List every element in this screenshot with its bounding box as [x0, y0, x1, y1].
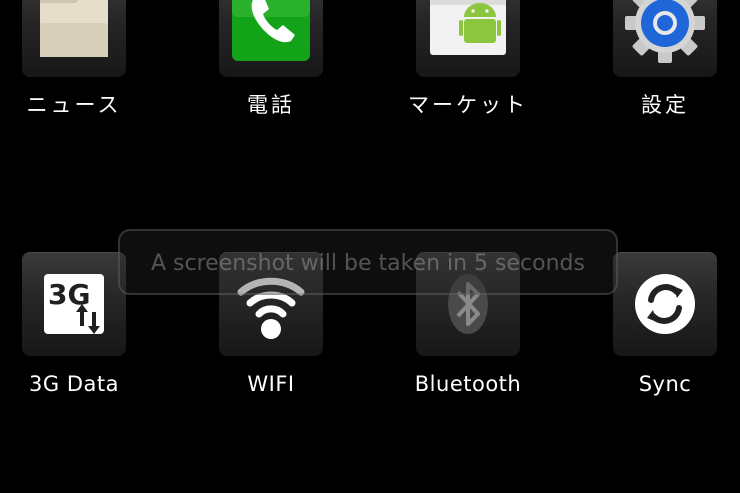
3g-data-icon-text: 3G — [48, 278, 90, 311]
app-sync[interactable]: Sync — [600, 0, 730, 396]
app-3g-data-label: 3G Data — [29, 372, 119, 396]
sync-icon — [635, 274, 695, 334]
app-3g-data[interactable]: 3G 3G Data — [9, 0, 139, 396]
app-wifi-label: WIFI — [247, 372, 295, 396]
app-bluetooth-label: Bluetooth — [414, 372, 522, 396]
screenshot-toast: A screenshot will be taken in 5 seconds — [118, 229, 618, 295]
app-bluetooth[interactable]: Bluetooth — [403, 0, 533, 396]
app-sync-tile[interactable] — [613, 252, 717, 356]
3g-data-icon: 3G — [44, 274, 104, 334]
app-sync-label: Sync — [638, 372, 692, 396]
app-wifi[interactable]: WIFI — [206, 0, 336, 396]
toast-message: A screenshot will be taken in 5 seconds — [151, 251, 585, 276]
app-3g-data-tile[interactable]: 3G — [22, 252, 126, 356]
